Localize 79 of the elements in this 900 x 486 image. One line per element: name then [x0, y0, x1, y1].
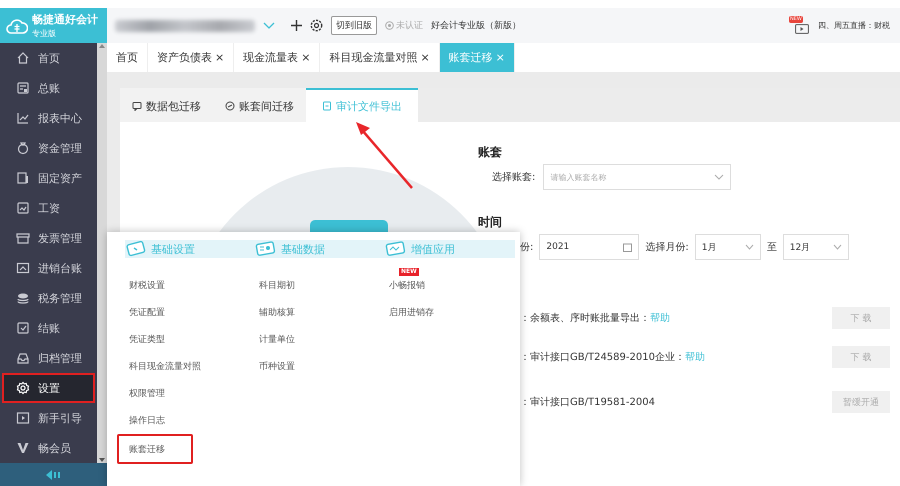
calendar-icon	[623, 242, 632, 252]
account-select-field[interactable]: 请输入账套名称	[543, 164, 732, 190]
field-label: 至	[766, 241, 777, 254]
switch-version-button[interactable]: 切到旧版	[331, 16, 377, 35]
export-description: ：审计接口GB/T19581-2004	[520, 396, 655, 409]
menu-item[interactable]: 凭证类型	[117, 326, 177, 353]
year-picker[interactable]: 2021	[539, 234, 640, 260]
settings-icon[interactable]	[310, 19, 323, 32]
field-label: 份:	[520, 241, 534, 254]
edition-label: 专业版	[32, 28, 57, 39]
sidebar-item[interactable]: 报表中心	[2, 103, 95, 133]
app-name: 畅捷通好会计	[32, 12, 98, 27]
export-description: ：余额表、序时账批量导出：	[520, 312, 650, 325]
field-label: 选择月份:	[645, 240, 689, 254]
menu-item[interactable]: 财税设置	[117, 272, 177, 299]
menu-item[interactable]: 科目期初	[247, 272, 307, 299]
menu-item[interactable]: 凭证配置	[117, 299, 177, 326]
sub-tab[interactable]: 账套间迁移	[213, 88, 306, 122]
menu-item[interactable]: 计量单位	[247, 326, 307, 353]
window-icon	[16, 261, 30, 275]
menu-item[interactable]: 币种设置	[247, 353, 307, 380]
menu-item[interactable]: 启用进销存	[377, 299, 446, 326]
document-icon	[16, 201, 30, 215]
tv-icon[interactable]	[795, 22, 809, 34]
section-title: 基础数据	[281, 242, 325, 256]
sub-tab[interactable]: 数据包迁移	[120, 88, 213, 122]
add-icon[interactable]	[291, 20, 302, 31]
collapse-icon[interactable]	[46, 470, 62, 480]
field-label: 选择账套:	[492, 170, 536, 184]
certification-status: 未认证	[396, 20, 423, 32]
document-icon	[16, 321, 30, 335]
sidebar-item[interactable]: 发票管理	[2, 223, 95, 253]
v-logo-icon	[16, 441, 30, 455]
section-title: 账套	[478, 144, 503, 161]
document-icon	[16, 171, 30, 185]
chat-icon	[132, 101, 142, 111]
sidebar-item[interactable]: 首页	[2, 43, 95, 73]
home-icon	[16, 51, 30, 65]
menu-item[interactable]: 操作日志	[117, 407, 177, 434]
sidebar-item[interactable]: 进销台账	[2, 253, 95, 283]
sidebar-item[interactable]: 税务管理	[2, 283, 95, 313]
tray-icon	[16, 351, 30, 365]
month-select[interactable]: 1月	[694, 234, 761, 260]
id-card-icon	[255, 240, 277, 258]
close-icon[interactable]: ×	[301, 51, 310, 64]
product-name: 好会计专业版（新版）	[431, 20, 521, 32]
live-schedule[interactable]: 四、周五直播：财税	[818, 20, 890, 31]
sidebar-item[interactable]: 新手引导	[2, 403, 95, 433]
chevron-down-icon	[714, 174, 724, 180]
shop-icon	[16, 231, 30, 245]
gear-icon	[16, 381, 30, 395]
chevron-down-icon	[832, 244, 842, 250]
export-description: ：审计接口GB/T24589-2010企业：	[520, 350, 685, 364]
close-icon[interactable]: ×	[420, 51, 430, 64]
document-icon	[16, 81, 30, 95]
menu-item[interactable]: 辅助核算	[247, 299, 307, 326]
sidebar-item[interactable]: 设置	[2, 373, 95, 403]
sidebar-item[interactable]: 归档管理	[2, 343, 95, 373]
menu-item[interactable]: 账套迁移	[117, 434, 193, 464]
section-title: 基础设置	[151, 242, 195, 256]
menu-item[interactable]: 权限管理	[117, 380, 177, 407]
month-select[interactable]: 12月	[782, 234, 849, 260]
play-icon	[16, 411, 30, 425]
stack-icon	[16, 291, 30, 305]
close-icon[interactable]: ×	[215, 51, 224, 64]
sidebar-item[interactable]: 固定资产	[2, 163, 95, 193]
document-icon	[322, 101, 332, 111]
sidebar-item[interactable]: 总账	[2, 73, 95, 103]
chevron-down-icon	[744, 244, 754, 250]
section-title: 时间	[478, 214, 503, 231]
menu-item[interactable]: 科目现金流量对照	[117, 353, 213, 380]
wave-card-icon	[385, 240, 407, 258]
sidebar-item[interactable]: 结账	[2, 313, 95, 343]
sidebar-item[interactable]: 资金管理	[2, 133, 95, 163]
sidebar-item[interactable]: 畅会员	[2, 433, 95, 463]
chart-icon	[16, 111, 30, 125]
section-title: 增值应用	[411, 242, 455, 256]
sidebar-item[interactable]: 工资	[2, 193, 95, 223]
card-icon	[125, 240, 147, 258]
